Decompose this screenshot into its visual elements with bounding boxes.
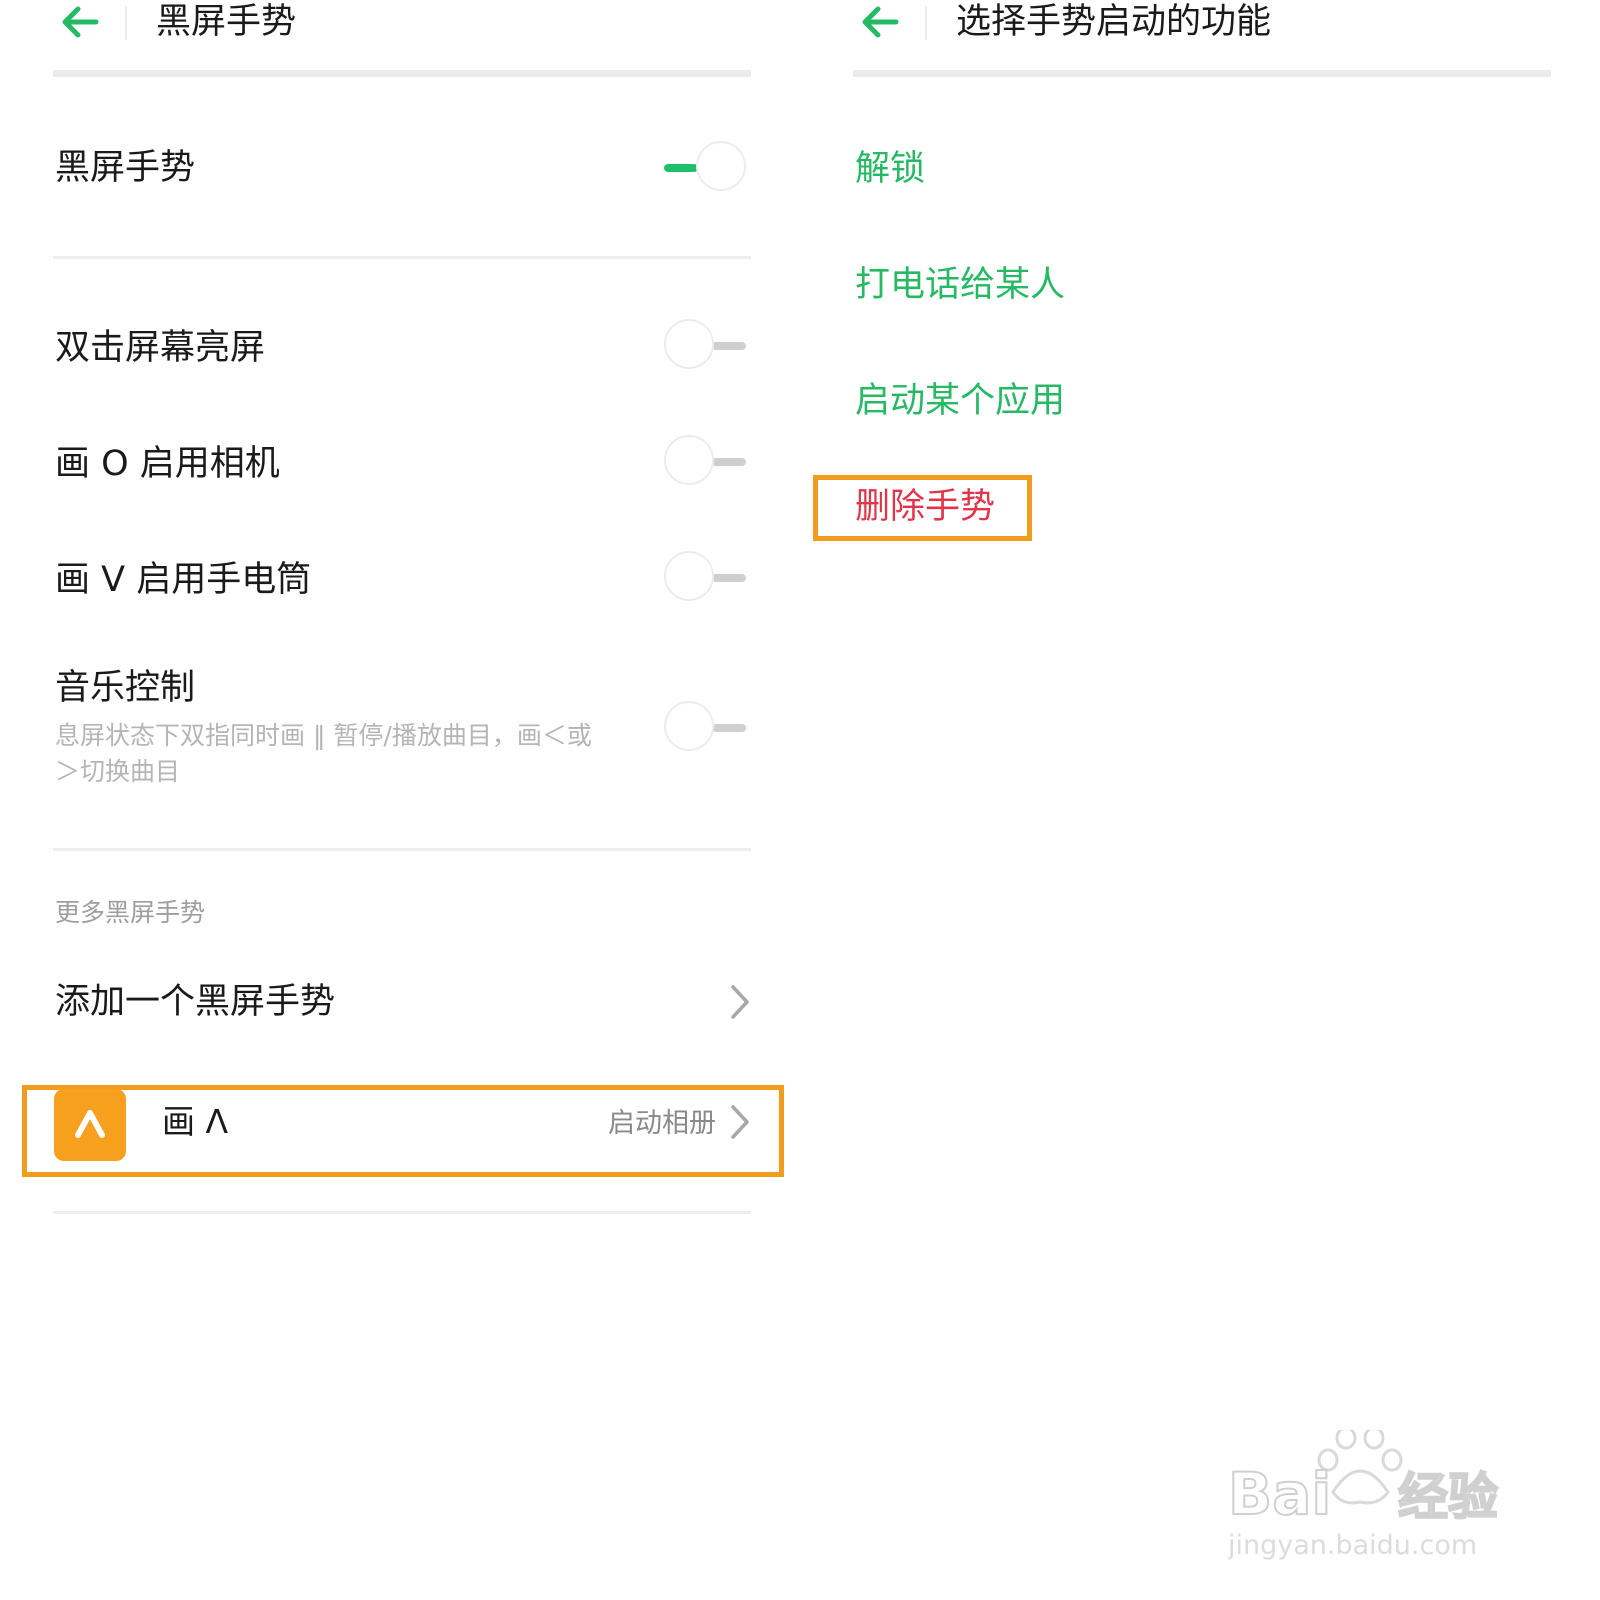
option-launch-app[interactable]: 启动某个应用 xyxy=(855,378,1065,424)
music-control-description: 息屏状态下双指同时画 ‖ 暂停/播放曲目，画＜或＞切换曲目 xyxy=(55,721,592,786)
section-divider xyxy=(53,1211,751,1214)
toggle-knob xyxy=(664,435,714,485)
svg-text:Bai: Bai xyxy=(1228,1460,1331,1528)
master-gesture-label: 黑屏手势 xyxy=(55,148,196,188)
chevron-right-icon[interactable] xyxy=(728,982,752,1022)
section-divider xyxy=(53,256,751,259)
option-call-someone[interactable]: 打电话给某人 xyxy=(855,262,1065,308)
toggle-track xyxy=(664,164,698,172)
custom-gesture-label: 画 Λ xyxy=(162,1102,229,1141)
option-unlock[interactable]: 解锁 xyxy=(855,146,925,192)
page-title: 黑屏手势 xyxy=(156,2,297,42)
section-divider xyxy=(53,848,751,851)
toggle-track xyxy=(712,458,746,466)
add-gesture-label[interactable]: 添加一个黑屏手势 xyxy=(55,980,335,1024)
option-delete-gesture[interactable]: 删除手势 xyxy=(855,484,995,530)
custom-gesture-action: 启动相册 xyxy=(608,1108,716,1139)
draw-v-flashlight-label: 画 V 启用手电筒 xyxy=(55,560,312,600)
draw-o-camera-label: 画 O 启用相机 xyxy=(55,444,280,484)
toggle-knob xyxy=(696,141,746,191)
back-arrow-icon[interactable] xyxy=(58,0,102,44)
draw-o-camera-toggle[interactable] xyxy=(662,434,748,490)
toggle-knob xyxy=(664,701,714,751)
music-control-toggle[interactable] xyxy=(662,700,748,756)
master-gesture-toggle[interactable] xyxy=(662,140,748,196)
svg-text:jingyan.baidu.com: jingyan.baidu.com xyxy=(1228,1530,1477,1561)
toggle-track xyxy=(712,574,746,582)
header-underline xyxy=(853,70,1551,77)
chevron-right-icon[interactable] xyxy=(728,1102,752,1142)
header-divider xyxy=(925,6,927,40)
toggle-track xyxy=(712,342,746,350)
more-gestures-header: 更多黑屏手势 xyxy=(55,898,206,927)
toggle-knob xyxy=(664,551,714,601)
double-tap-wake-toggle[interactable] xyxy=(662,318,748,374)
toggle-track xyxy=(712,724,746,732)
svg-text:经验: 经验 xyxy=(1398,1468,1498,1526)
lambda-gesture-icon xyxy=(54,1089,126,1161)
header-divider xyxy=(125,6,127,40)
baidu-watermark: Bai 经验 jingyan.baidu.com xyxy=(1228,1430,1528,1570)
draw-v-flashlight-toggle[interactable] xyxy=(662,550,748,606)
double-tap-wake-label: 双击屏幕亮屏 xyxy=(55,328,266,368)
music-control-label: 音乐控制 xyxy=(55,668,196,708)
header-underline xyxy=(53,70,751,77)
toggle-knob xyxy=(664,319,714,369)
page-title: 选择手势启动的功能 xyxy=(956,2,1272,42)
back-arrow-icon[interactable] xyxy=(858,0,902,44)
